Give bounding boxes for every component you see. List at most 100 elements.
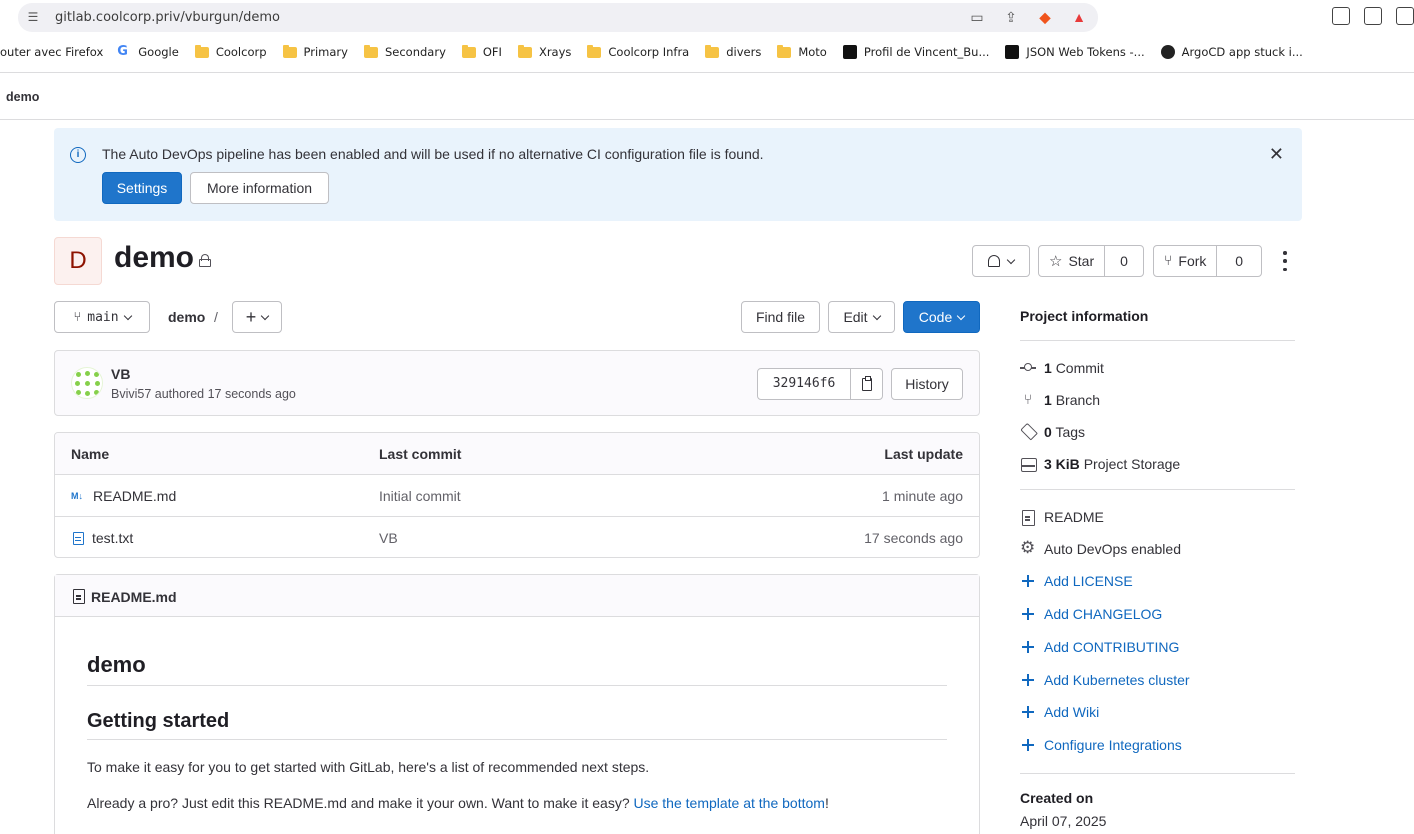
star-count[interactable]: 0: [1105, 253, 1143, 269]
profile-icon: [842, 45, 857, 59]
file-table: Name Last commit Last update M↓ README.md…: [54, 432, 980, 558]
add-wiki-link[interactable]: Add Wiki: [1020, 704, 1099, 720]
readme-heading-1: demo: [87, 652, 947, 686]
chevron-down-icon: [872, 311, 881, 320]
file-name[interactable]: README.md: [93, 488, 176, 504]
commit-title[interactable]: VB: [111, 366, 130, 382]
bookmark-item[interactable]: JSON Web Tokens -...: [1005, 45, 1145, 59]
brave-shields-icon[interactable]: ◆: [1036, 8, 1054, 26]
fork-button[interactable]: ⑂ Fork 0: [1153, 245, 1262, 277]
more-actions-icon[interactable]: [1277, 251, 1293, 271]
more-information-button[interactable]: More information: [190, 172, 329, 204]
address-bar[interactable]: ☰ gitlab.coolcorp.priv/vburgun/demo ▭ ⇪ …: [18, 3, 1098, 32]
google-icon: G: [117, 44, 128, 59]
add-changelog-link[interactable]: Add CHANGELOG: [1020, 606, 1162, 622]
star-button[interactable]: ☆ Star 0: [1038, 245, 1144, 277]
readme-filename[interactable]: README.md: [91, 589, 177, 605]
readme-paragraph: To make it easy for you to get started w…: [87, 759, 650, 775]
plus-icon: [1020, 704, 1036, 720]
add-kubernetes-link[interactable]: Add Kubernetes cluster: [1020, 672, 1190, 688]
file-last-commit[interactable]: Initial commit: [379, 488, 461, 504]
bookmark-item[interactable]: Moto: [777, 44, 827, 59]
add-contributing-link[interactable]: Add CONTRIBUTING: [1020, 639, 1179, 655]
edit-button[interactable]: Edit: [828, 301, 895, 333]
bookmark-label: JSON Web Tokens -...: [1026, 45, 1145, 59]
auto-devops-alert: i The Auto DevOps pipeline has been enab…: [54, 128, 1302, 221]
page-title: demo: [114, 241, 195, 274]
column-header-name: Name: [71, 446, 110, 462]
commit-sha[interactable]: 329146f6: [758, 369, 851, 399]
bookmark-item[interactable]: Coolcorp: [194, 44, 267, 59]
readme-heading-2: Getting started: [87, 710, 947, 740]
share-icon[interactable]: ⇪: [1002, 8, 1020, 26]
sidebar-toggle-icon[interactable]: [1364, 7, 1382, 25]
bookmark-item[interactable]: Coolcorp Infra: [587, 44, 689, 59]
column-header-last-commit: Last commit: [379, 446, 462, 462]
bookmark-label: outer avec Firefox: [0, 45, 104, 59]
storage-link[interactable]: 3 KiB Project Storage: [1020, 456, 1180, 472]
template-link[interactable]: Use the template at the bottom: [634, 795, 825, 811]
brave-rewards-icon[interactable]: ▲: [1070, 8, 1088, 26]
add-license-link[interactable]: Add LICENSE: [1020, 573, 1133, 589]
branch-selector[interactable]: ⑂ main: [54, 301, 150, 333]
add-dropdown-button[interactable]: +: [232, 301, 282, 333]
notifications-button[interactable]: [972, 245, 1030, 277]
folder-icon: [461, 44, 476, 58]
bookmark-label: Profil de Vincent_Bu...: [863, 45, 990, 59]
bookmark-item[interactable]: G Google: [117, 44, 179, 60]
wallet-icon[interactable]: [1396, 7, 1414, 25]
table-row[interactable]: M↓ README.md Initial commit 1 minute ago: [55, 475, 979, 517]
bookmark-item[interactable]: ArgoCD app stuck i...: [1160, 45, 1303, 59]
markdown-icon: M↓: [71, 491, 83, 501]
chevron-down-icon: [956, 311, 966, 320]
avatar[interactable]: [71, 367, 103, 399]
last-commit-box: VB Bvivi57 authored 17 seconds ago 32914…: [54, 350, 980, 416]
readme-link[interactable]: README: [1020, 509, 1104, 526]
bookmark-item[interactable]: Primary: [282, 44, 348, 59]
plus-icon: +: [245, 306, 257, 327]
readme-content: demo Getting started To make it easy for…: [87, 617, 947, 811]
site-settings-icon[interactable]: ☰: [26, 10, 40, 24]
folder-icon: [777, 44, 792, 58]
bookmark-item[interactable]: Xrays: [517, 44, 571, 59]
settings-button[interactable]: Settings: [102, 172, 182, 204]
tags-link[interactable]: 0 Tags: [1020, 424, 1085, 440]
branches-link[interactable]: ⑂ 1 Branch: [1020, 392, 1100, 408]
document-icon: [1020, 509, 1036, 526]
created-on-date: April 07, 2025: [1020, 813, 1107, 829]
bookmark-item[interactable]: outer avec Firefox: [0, 45, 103, 59]
column-header-last-update: Last update: [884, 446, 963, 462]
folder-icon: [517, 44, 532, 58]
auto-devops-link[interactable]: Auto DevOps enabled: [1020, 538, 1181, 558]
copy-sha-button[interactable]: [851, 369, 882, 399]
repo-path[interactable]: demo: [168, 309, 205, 325]
gear-icon: [1020, 538, 1036, 558]
info-icon: i: [70, 147, 86, 163]
folder-icon: [587, 44, 602, 58]
bookmark-item[interactable]: divers: [705, 44, 761, 59]
find-file-button[interactable]: Find file: [741, 301, 820, 333]
bookmark-item[interactable]: Secondary: [363, 44, 446, 59]
fork-count[interactable]: 0: [1217, 253, 1261, 269]
plus-icon: [1020, 737, 1036, 753]
file-last-commit[interactable]: VB: [379, 530, 398, 546]
edit-label: Edit: [843, 309, 868, 325]
breadcrumb-current[interactable]: demo: [6, 90, 39, 104]
configure-integrations-link[interactable]: Configure Integrations: [1020, 737, 1182, 753]
table-row[interactable]: test.txt VB 17 seconds ago: [55, 517, 979, 557]
code-button[interactable]: Code: [903, 301, 980, 333]
commits-link[interactable]: 1 Commit: [1020, 360, 1104, 376]
install-app-icon[interactable]: ▭: [968, 8, 986, 26]
file-name[interactable]: test.txt: [92, 530, 133, 546]
branch-icon: ⑂: [1023, 392, 1033, 408]
bookmark-item[interactable]: OFI: [461, 44, 502, 59]
fork-label: Fork: [1178, 253, 1207, 269]
plus-icon: [1020, 573, 1036, 589]
bookmark-item[interactable]: Profil de Vincent_Bu...: [842, 45, 990, 59]
copy-icon: [861, 375, 872, 391]
extensions-icon[interactable]: [1332, 7, 1350, 25]
chevron-down-icon: [1006, 255, 1016, 264]
history-button[interactable]: History: [891, 368, 963, 400]
url-text[interactable]: gitlab.coolcorp.priv/vburgun/demo: [55, 10, 280, 25]
close-icon[interactable]: ✕: [1269, 144, 1284, 165]
